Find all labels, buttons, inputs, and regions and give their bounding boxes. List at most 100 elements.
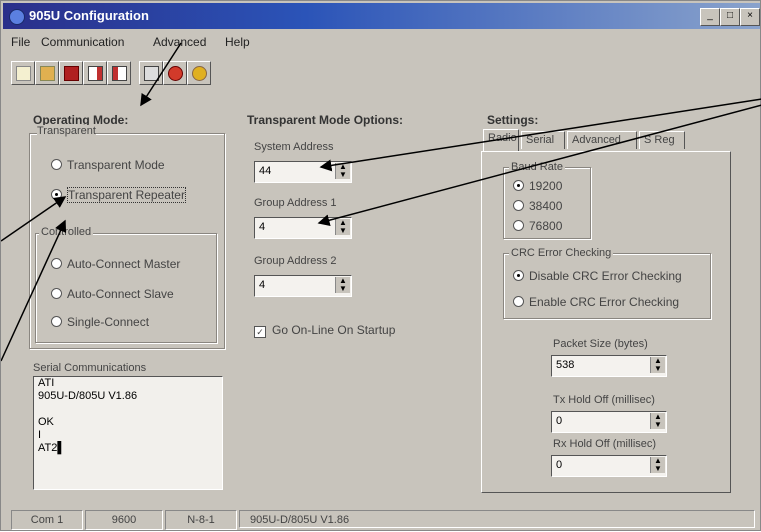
group-address1-label: Group Address 1 xyxy=(254,197,337,209)
packet-size-value: 538 xyxy=(556,359,575,371)
stop-icon xyxy=(168,66,183,81)
crc-group xyxy=(503,253,711,319)
system-address-value: 44 xyxy=(259,165,272,177)
app-icon xyxy=(9,9,25,25)
status-format: N-8-1 xyxy=(165,510,237,530)
save-icon xyxy=(64,66,79,81)
spin-arrows-icon[interactable]: ▲ ▼ xyxy=(335,163,350,179)
radio-circle xyxy=(513,220,524,231)
status-bar: Com 1 9600 N-8-1 905U-D/805U V1.86 xyxy=(11,510,759,530)
help-button[interactable] xyxy=(187,61,211,85)
window-title: 905U Configuration xyxy=(29,8,149,23)
radio-circle xyxy=(51,288,62,299)
read-button[interactable] xyxy=(83,61,107,85)
spin-arrows-icon[interactable]: ▲ ▼ xyxy=(650,357,665,373)
radio-circle xyxy=(513,270,524,281)
new-button[interactable] xyxy=(11,61,35,85)
rx-hold-label: Rx Hold Off (millisec) xyxy=(553,438,657,450)
radio-circle xyxy=(51,189,62,200)
radio-label: 38400 xyxy=(529,199,563,213)
tab-s-reg[interactable]: S Reg xyxy=(639,131,685,149)
spin-arrows-icon[interactable]: ▲ ▼ xyxy=(650,457,665,473)
radio-circle xyxy=(51,316,62,327)
radio-label: 19200 xyxy=(529,179,563,193)
radio-baud-76800[interactable]: 76800 xyxy=(513,219,562,233)
tab-radio[interactable]: Radio xyxy=(483,129,519,151)
settings-title: Settings: xyxy=(487,113,539,127)
terminal-button[interactable] xyxy=(139,61,163,85)
tx-hold-label: Tx Hold Off (millisec) xyxy=(553,394,655,406)
crc-label: CRC Error Checking xyxy=(509,247,614,259)
tab-serial[interactable]: Serial xyxy=(521,131,565,149)
serial-line: I xyxy=(38,429,42,441)
write-icon xyxy=(112,66,127,81)
menu-communication[interactable]: Communication xyxy=(41,35,124,49)
controlled-group-label: Controlled xyxy=(39,226,94,238)
radio-label: Enable CRC Error Checking xyxy=(529,295,680,309)
radio-label: Transparent Mode xyxy=(67,158,165,172)
read-icon xyxy=(88,66,103,81)
menu-advanced[interactable]: Advanced xyxy=(153,35,206,49)
go-online-checkbox[interactable]: ✓ Go On-Line On Startup xyxy=(254,323,395,338)
radio-transparent-repeater[interactable]: Transparent Repeater xyxy=(51,187,186,203)
group-address2-label: Group Address 2 xyxy=(254,255,337,267)
radio-crc-disable[interactable]: Disable CRC Error Checking xyxy=(513,269,682,283)
menu-help[interactable]: Help xyxy=(225,35,250,49)
spin-arrows-icon[interactable]: ▲ ▼ xyxy=(650,413,665,429)
menu-bar: File Communication Advanced Help xyxy=(3,31,760,53)
radio-circle xyxy=(513,200,524,211)
spin-arrows-icon[interactable]: ▲ ▼ xyxy=(335,277,350,293)
new-icon xyxy=(16,66,31,81)
radio-single-connect[interactable]: Single-Connect xyxy=(51,315,149,329)
rx-hold-spin[interactable]: 0 ▲ ▼ xyxy=(551,455,667,477)
group-address2-value: 4 xyxy=(259,279,266,291)
radio-circle xyxy=(513,296,524,307)
open-icon xyxy=(40,66,55,81)
baud-rate-label: Baud Rate xyxy=(509,161,565,173)
serial-comms-output[interactable]: ATI 905U-D/805U V1.86 OK I AT2▌ xyxy=(33,376,223,490)
rx-hold-value: 0 xyxy=(556,459,563,471)
radio-circle xyxy=(51,159,62,170)
system-address-spin[interactable]: 44 ▲ ▼ xyxy=(254,161,352,183)
radio-label: Single-Connect xyxy=(67,315,150,329)
stop-button[interactable] xyxy=(163,61,187,85)
system-address-label: System Address xyxy=(254,141,334,153)
terminal-icon xyxy=(144,66,159,81)
radio-circle xyxy=(513,180,524,191)
serial-line: AT2▌ xyxy=(38,442,66,454)
serial-line: OK xyxy=(38,416,54,428)
status-baud: 9600 xyxy=(85,510,163,530)
radio-label: Transparent Repeater xyxy=(67,187,186,203)
tx-hold-value: 0 xyxy=(556,415,563,427)
packet-size-label: Packet Size (bytes) xyxy=(553,338,648,350)
check-mark-icon: ✓ xyxy=(254,326,266,338)
radio-label: Disable CRC Error Checking xyxy=(529,269,682,283)
maximize-button[interactable]: □ xyxy=(720,8,740,26)
close-button[interactable]: × xyxy=(740,8,760,26)
group-address2-spin[interactable]: 4 ▲ ▼ xyxy=(254,275,352,297)
group-address1-value: 4 xyxy=(259,221,266,233)
write-button[interactable] xyxy=(107,61,131,85)
radio-baud-38400[interactable]: 38400 xyxy=(513,199,562,213)
title-bar[interactable]: 905U Configuration _ □ × xyxy=(3,3,760,29)
open-button[interactable] xyxy=(35,61,59,85)
serial-line: ATI xyxy=(38,377,55,389)
radio-label: 76800 xyxy=(529,219,563,233)
serial-line xyxy=(34,403,222,416)
status-port: Com 1 xyxy=(11,510,83,530)
minimize-button[interactable]: _ xyxy=(700,8,720,26)
group-address1-spin[interactable]: 4 ▲ ▼ xyxy=(254,217,352,239)
save-button[interactable] xyxy=(59,61,83,85)
tab-advanced[interactable]: Advanced xyxy=(567,131,637,149)
status-version: 905U-D/805U V1.86 xyxy=(239,510,755,528)
radio-transparent-mode[interactable]: Transparent Mode xyxy=(51,158,165,172)
spin-arrows-icon[interactable]: ▲ ▼ xyxy=(335,219,350,235)
radio-baud-19200[interactable]: 19200 xyxy=(513,179,562,193)
radio-auto-connect-master[interactable]: Auto-Connect Master xyxy=(51,257,180,271)
radio-crc-enable[interactable]: Enable CRC Error Checking xyxy=(513,295,679,309)
radio-circle xyxy=(51,258,62,269)
tx-hold-spin[interactable]: 0 ▲ ▼ xyxy=(551,411,667,433)
packet-size-spin[interactable]: 538 ▲ ▼ xyxy=(551,355,667,377)
menu-file[interactable]: File xyxy=(11,35,30,49)
radio-auto-connect-slave[interactable]: Auto-Connect Slave xyxy=(51,287,174,301)
